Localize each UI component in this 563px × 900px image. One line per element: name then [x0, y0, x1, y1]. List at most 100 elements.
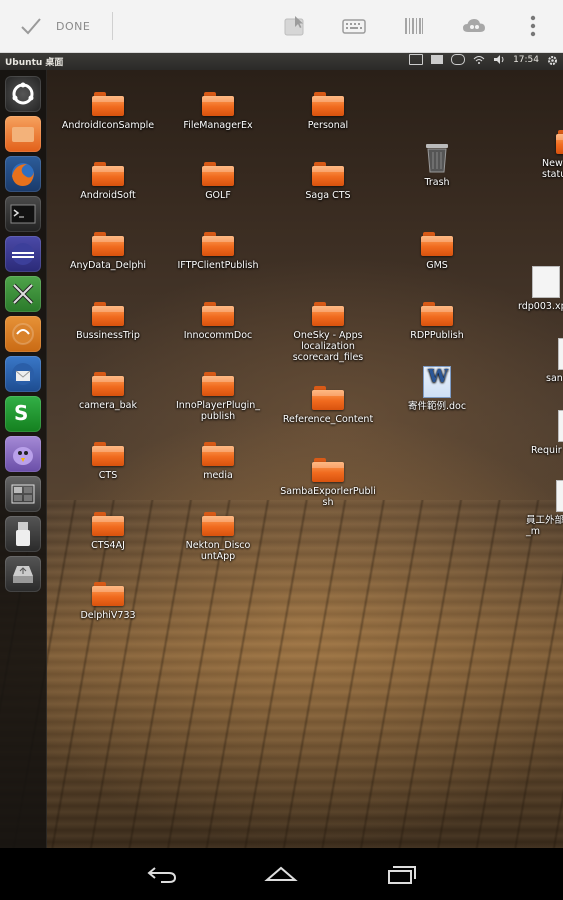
icon-label: Nekton_DiscountApp — [185, 540, 251, 562]
eclipse-icon[interactable] — [5, 236, 41, 272]
android-navigation-bar — [0, 848, 563, 900]
desktop-folder[interactable]: IFTPClientPublish — [170, 232, 266, 271]
clock[interactable]: 17:54 — [513, 55, 539, 65]
workspace-switcher-icon[interactable] — [5, 476, 41, 512]
volume-icon[interactable] — [493, 55, 505, 64]
icon-label: AndroidIconSample — [61, 120, 155, 131]
desktop-folder[interactable]: AndroidSoft — [60, 162, 156, 201]
folder-icon — [92, 582, 124, 606]
icon-label: san — [546, 373, 563, 384]
folder-icon — [92, 162, 124, 186]
icon-label: IFTPClientPublish — [177, 260, 259, 271]
barcode-icon[interactable] — [401, 13, 427, 39]
desktop[interactable]: AndroidIconSample AndroidSoft AnyData_De… — [0, 70, 563, 848]
file-icon — [558, 410, 563, 442]
icon-label: 寄件範例.doc — [407, 401, 467, 412]
folder-icon — [92, 512, 124, 536]
recent-apps-icon[interactable] — [385, 862, 419, 886]
chat-icon[interactable] — [451, 54, 466, 65]
desktop-folder[interactable]: CTS — [60, 442, 156, 481]
icon-label: Personal — [307, 120, 349, 131]
icon-label: rdp003.xp — [518, 301, 563, 312]
folder-icon — [312, 386, 344, 410]
desktop-folder[interactable]: BussinessTrip — [60, 302, 156, 341]
mouse-icon[interactable] — [281, 13, 307, 39]
done-button[interactable]: DONE — [0, 0, 112, 52]
desktop-folder[interactable]: OneSky - Apps localization scorecard_fil… — [280, 302, 376, 363]
folder-icon — [92, 442, 124, 466]
desktop-folder[interactable]: InnocommDoc — [170, 302, 266, 341]
desktop-file[interactable]: rdp003.xp — [510, 266, 563, 312]
pidgin-icon[interactable] — [5, 436, 41, 472]
gear-icon[interactable] — [547, 55, 559, 65]
done-label: DONE — [56, 19, 91, 33]
folder-icon — [312, 302, 344, 326]
skype-icon[interactable]: S — [5, 396, 41, 432]
back-icon[interactable] — [145, 862, 179, 886]
unity-launcher: S — [0, 70, 47, 848]
system-tools-icon[interactable] — [5, 276, 41, 312]
folder-icon — [202, 372, 234, 396]
ubuntu-top-panel: Ubuntu 桌面 17:54 — [0, 53, 563, 70]
ubuntu-dash-icon[interactable] — [5, 76, 41, 112]
terminal-icon[interactable] — [5, 196, 41, 232]
folder-icon — [312, 162, 344, 186]
icon-label: Requir — [531, 445, 562, 456]
icon-label: 員工外部 _m — [526, 515, 563, 537]
icon-label: media — [203, 470, 233, 481]
folder-icon — [202, 92, 234, 116]
keyboard-indicator-icon[interactable] — [409, 54, 424, 65]
removable-drive-icon[interactable] — [5, 556, 41, 592]
file-icon — [556, 480, 563, 512]
desktop-folder[interactable]: AnyData_Delphi — [60, 232, 156, 271]
desktop-folder[interactable]: Personal — [280, 92, 376, 131]
icon-label: AnyData_Delphi — [69, 260, 147, 271]
desktop-folder[interactable]: GOLF — [170, 162, 266, 201]
icon-label: CTS4AJ — [91, 540, 125, 551]
desktop-folder[interactable]: Nekton_DiscountApp — [170, 512, 266, 562]
desktop-file[interactable]: 員工外部 _m — [522, 480, 563, 537]
desktop-file[interactable]: san — [540, 338, 563, 384]
files-icon[interactable] — [5, 116, 41, 152]
home-icon[interactable] — [264, 862, 298, 886]
folder-icon — [92, 92, 124, 116]
overflow-menu-icon[interactable] — [520, 13, 546, 39]
desktop-folder[interactable]: CTS4AJ — [60, 512, 156, 551]
desktop-folder[interactable]: RDPPublish — [389, 302, 485, 341]
trash[interactable]: Trash — [389, 142, 485, 188]
thunderbird-icon[interactable] — [5, 356, 41, 392]
mail-icon[interactable] — [431, 55, 444, 64]
desktop-file[interactable]: Requir — [528, 410, 563, 456]
desktop-folder[interactable]: SambaExporlerPublish — [280, 458, 376, 508]
file-icon — [532, 266, 560, 298]
wifi-icon[interactable] — [473, 55, 485, 64]
usb-drive-icon[interactable] — [5, 516, 41, 552]
desktop-folder[interactable]: camera_bak — [60, 372, 156, 411]
file-icon — [558, 338, 563, 370]
folder-icon — [202, 232, 234, 256]
cloud-icon[interactable] — [461, 13, 487, 39]
action-bar-divider — [112, 12, 113, 40]
check-icon — [21, 18, 41, 35]
desktop-folder[interactable]: GMS — [389, 232, 485, 271]
desktop-folder[interactable]: FileManagerEx — [170, 92, 266, 131]
desktop-folder[interactable]: Saga CTS — [280, 162, 376, 201]
desktop-file-doc[interactable]: W 寄件範例.doc — [389, 366, 485, 412]
folder-icon — [421, 302, 453, 326]
desktop-folder[interactable]: Reference_Content — [280, 386, 376, 425]
sublime-icon[interactable] — [5, 316, 41, 352]
desktop-folder[interactable]: InnoPlayerPlugin_publish — [170, 372, 266, 422]
desktop-folder[interactable]: AndroidIconSample — [60, 92, 156, 131]
wood-floor-wallpaper — [0, 500, 563, 848]
folder-icon — [202, 442, 234, 466]
keyboard-icon[interactable] — [341, 13, 367, 39]
icon-label: New status — [542, 158, 563, 180]
folder-icon — [92, 372, 124, 396]
panel-title: Ubuntu 桌面 — [5, 58, 64, 68]
firefox-icon[interactable] — [5, 156, 41, 192]
desktop-folder[interactable]: media — [170, 442, 266, 481]
desktop-folder[interactable]: DelphiV733 — [60, 582, 156, 621]
icon-label: BussinessTrip — [76, 330, 140, 341]
folder-icon — [92, 302, 124, 326]
desktop-folder[interactable]: New status — [514, 130, 563, 180]
